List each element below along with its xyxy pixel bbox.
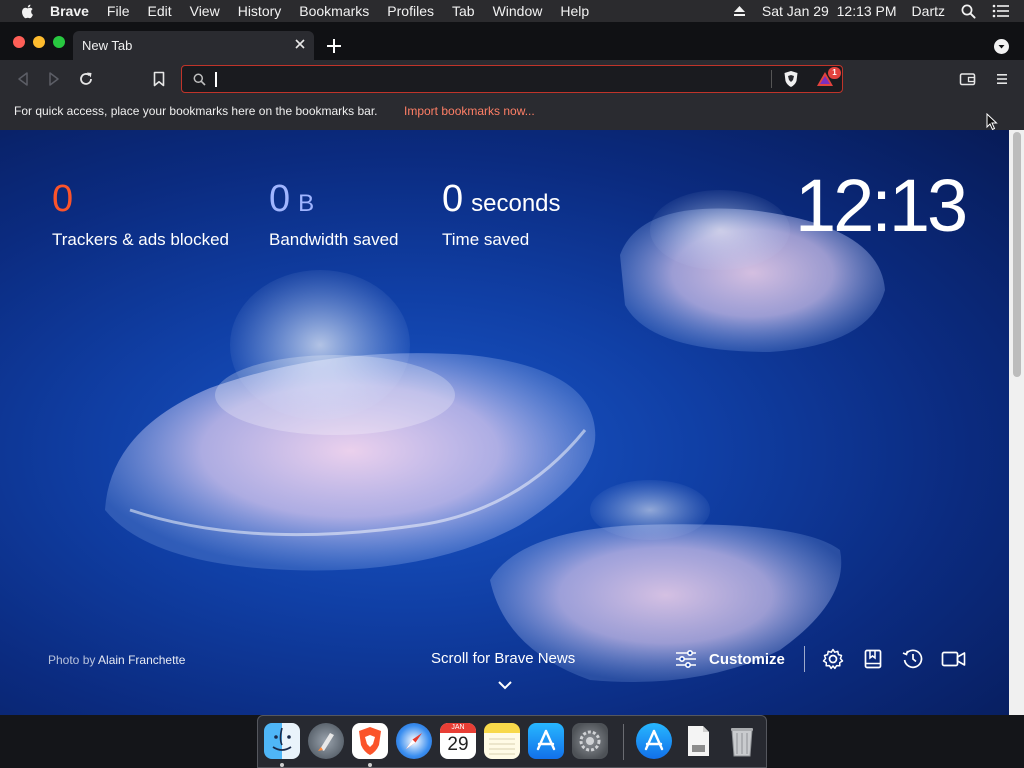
document-icon[interactable] xyxy=(680,723,716,759)
bookmarks-bar: For quick access, place your bookmarks h… xyxy=(0,98,1024,130)
finder-icon[interactable] xyxy=(264,723,300,759)
apple-icon[interactable] xyxy=(20,3,36,19)
window-close-button[interactable] xyxy=(13,36,25,48)
bandwidth-label: Bandwidth saved xyxy=(269,230,399,249)
close-icon[interactable] xyxy=(294,38,306,50)
menu-profiles[interactable]: Profiles xyxy=(387,3,434,19)
menu-bookmarks[interactable]: Bookmarks xyxy=(299,3,369,19)
menu-icon[interactable] xyxy=(994,71,1010,87)
sliders-icon xyxy=(676,649,696,669)
tab-search-button[interactable] xyxy=(994,39,1009,54)
time-unit: seconds xyxy=(471,190,561,217)
stat-bandwidth: 0B Bandwidth saved xyxy=(269,180,398,250)
brave-shields-icon[interactable] xyxy=(783,70,799,88)
reload-icon[interactable] xyxy=(78,71,94,87)
video-call-icon[interactable] xyxy=(941,648,966,670)
calendar-day: 29 xyxy=(447,734,469,755)
photo-credit-prefix: Photo by xyxy=(48,653,96,667)
system-preferences-icon[interactable] xyxy=(572,723,608,759)
notes-icon[interactable] xyxy=(484,723,520,759)
customize-button[interactable]: Customize xyxy=(675,648,785,670)
menubar-user[interactable]: Dartz xyxy=(912,3,945,19)
photo-credit: Photo by Alain Franchette xyxy=(48,653,185,667)
time-label: Time saved xyxy=(442,230,530,249)
menu-history[interactable]: History xyxy=(238,3,282,19)
bookmark-icon[interactable] xyxy=(151,71,167,87)
trash-icon[interactable] xyxy=(724,723,760,759)
brave-news-prompt[interactable]: Scroll for Brave News xyxy=(431,650,575,667)
launchpad-icon[interactable] xyxy=(308,723,344,759)
menu-window[interactable]: Window xyxy=(493,3,543,19)
history-icon[interactable] xyxy=(902,648,924,670)
customize-label: Customize xyxy=(709,650,785,668)
menu-bar: Brave File Edit View History Bookmarks P… xyxy=(0,0,1024,22)
tab-new-tab[interactable]: New Tab xyxy=(73,31,314,60)
rewards-badge: 1 xyxy=(828,67,841,79)
wallet-icon[interactable] xyxy=(959,71,976,87)
window-zoom-button[interactable] xyxy=(53,36,65,48)
dock: JAN 29 xyxy=(257,715,767,768)
scrollbar-thumb[interactable] xyxy=(1013,132,1021,377)
brave-icon[interactable] xyxy=(352,723,388,759)
eject-icon[interactable] xyxy=(733,5,746,17)
divider xyxy=(804,646,805,672)
chevron-down-icon xyxy=(998,45,1005,49)
stat-trackers: 0 Trackers & ads blocked xyxy=(52,180,229,250)
chevron-down-icon[interactable] xyxy=(497,680,513,690)
stat-time: 0 seconds Time saved xyxy=(442,180,561,250)
window-minimize-button[interactable] xyxy=(33,36,45,48)
forward-icon[interactable] xyxy=(46,71,62,87)
calendar-month: JAN xyxy=(440,723,476,733)
back-icon[interactable] xyxy=(15,71,31,87)
text-caret xyxy=(215,72,217,87)
safari-icon[interactable] xyxy=(396,723,432,759)
screen: Brave File Edit View History Bookmarks P… xyxy=(0,0,1024,768)
running-indicator xyxy=(368,763,372,767)
trackers-label: Trackers & ads blocked xyxy=(52,230,229,249)
bandwidth-value: 0 xyxy=(269,178,291,220)
running-indicator xyxy=(280,763,284,767)
menu-file[interactable]: File xyxy=(107,3,130,19)
import-bookmarks-link[interactable]: Import bookmarks now... xyxy=(404,104,535,118)
bandwidth-unit: B xyxy=(298,190,315,217)
new-tab-page: 0 Trackers & ads blocked 0B Bandwidth sa… xyxy=(0,130,1009,715)
settings-gear-icon[interactable] xyxy=(822,648,844,670)
spotlight-search-icon[interactable] xyxy=(961,4,976,19)
dock-separator xyxy=(623,724,624,760)
tab-title: New Tab xyxy=(82,38,133,53)
address-bar-divider xyxy=(771,70,772,88)
time-value: 0 xyxy=(442,178,464,220)
ntp-clock: 12:13 xyxy=(795,164,968,247)
address-bar[interactable]: 1 xyxy=(181,65,843,93)
calendar-icon[interactable]: JAN 29 xyxy=(440,723,476,759)
menu-tab[interactable]: Tab xyxy=(452,3,475,19)
bookmarks-bar-hint: For quick access, place your bookmarks h… xyxy=(14,104,378,118)
menu-edit[interactable]: Edit xyxy=(147,3,171,19)
trackers-count: 0 xyxy=(52,178,74,220)
photo-credit-author[interactable]: Alain Franchette xyxy=(98,653,185,667)
control-center-icon[interactable] xyxy=(992,4,1010,18)
menubar-clock[interactable]: Sat Jan 29 12:13 PM xyxy=(762,3,897,19)
menu-app-name[interactable]: Brave xyxy=(50,3,89,19)
new-tab-button[interactable] xyxy=(326,38,342,54)
mouse-cursor xyxy=(986,113,998,131)
app-store-icon[interactable] xyxy=(528,723,564,759)
bookmarks-icon[interactable] xyxy=(862,648,884,670)
menu-view[interactable]: View xyxy=(190,3,220,19)
app-store-folder-icon[interactable] xyxy=(636,723,672,759)
menu-help[interactable]: Help xyxy=(560,3,589,19)
search-icon xyxy=(193,73,206,86)
